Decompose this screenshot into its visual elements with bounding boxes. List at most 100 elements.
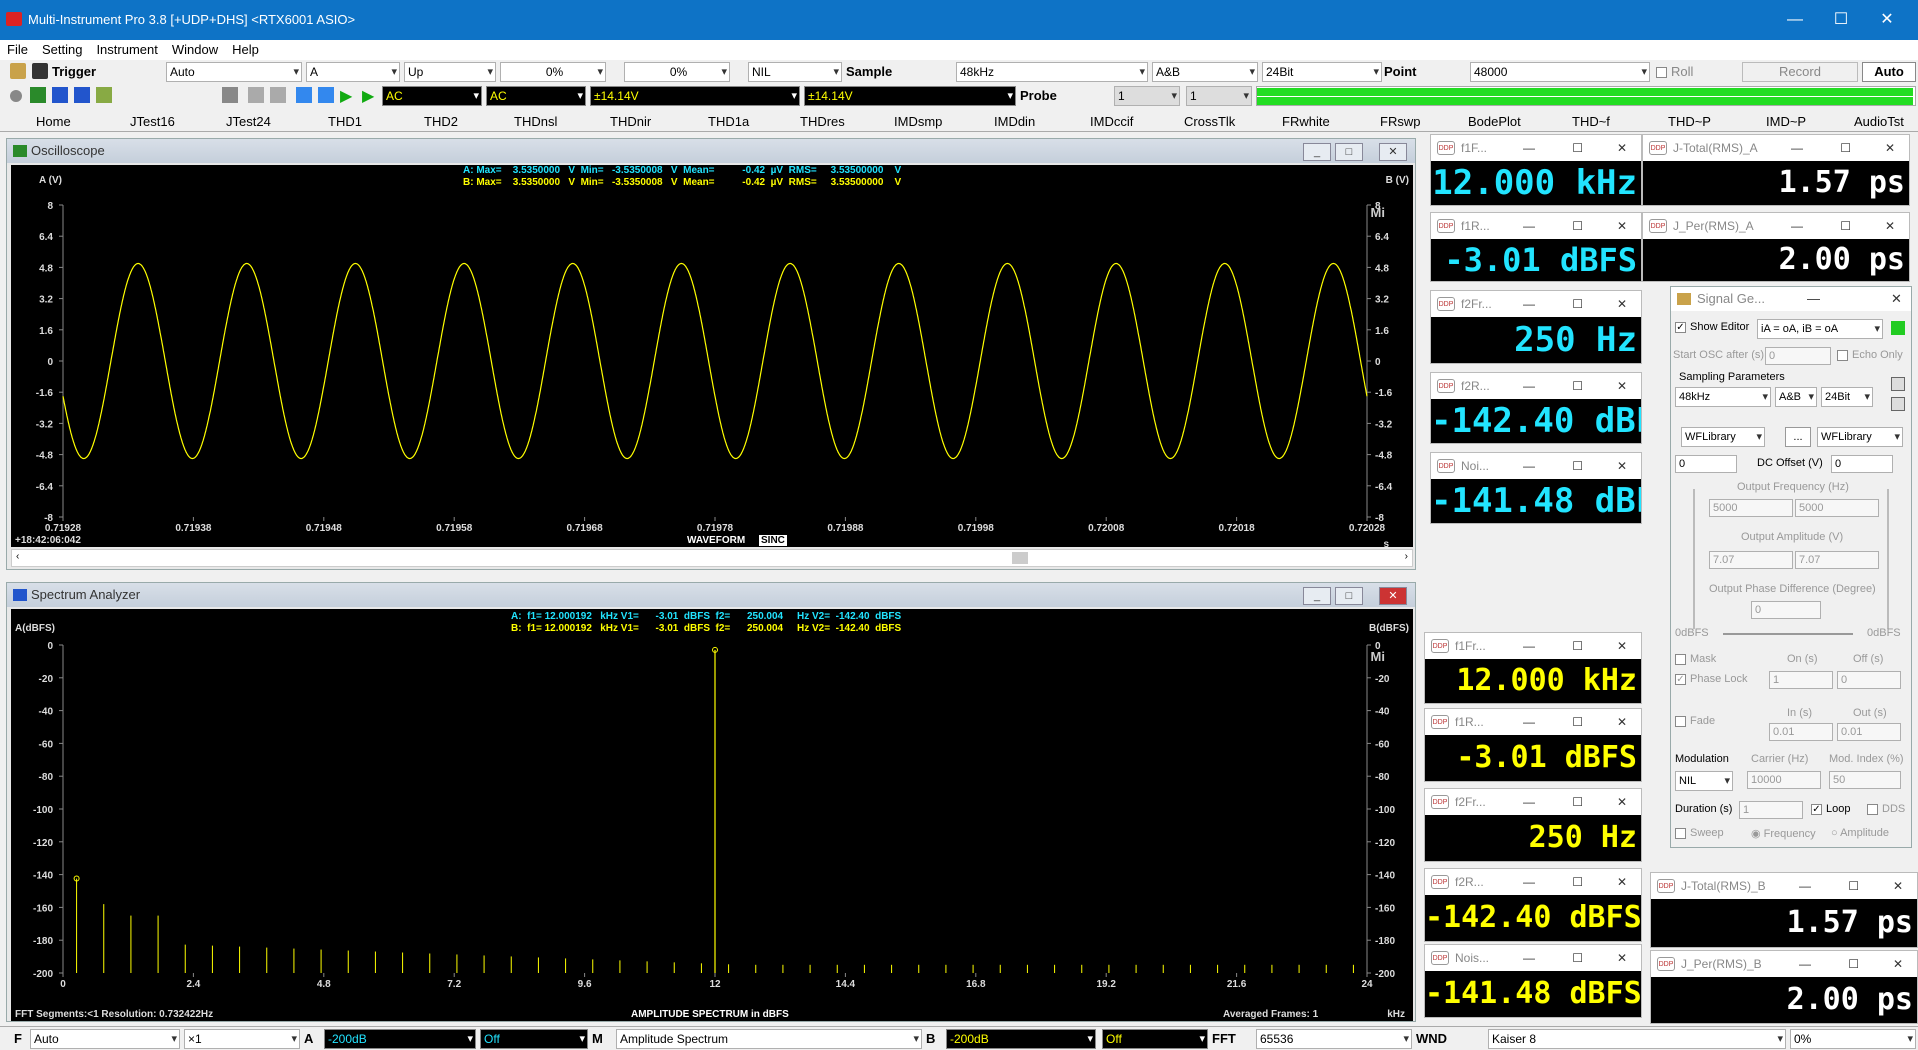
coupling-a-select[interactable]: AC (382, 86, 482, 106)
fade-out-input[interactable]: 0.01 (1837, 723, 1901, 741)
data-panel[interactable]: DDP J-Total(RMS)_B — ☐ ✕ 1.57 ps (1650, 872, 1918, 948)
dp-close-icon[interactable]: ✕ (1617, 291, 1627, 317)
wflibrary-a-select[interactable]: WFLibrary (1681, 427, 1765, 447)
frequency-radio[interactable]: ◉ Frequency (1751, 827, 1816, 840)
dp-maximize-icon[interactable]: ☐ (1572, 709, 1583, 735)
dp-minimize-icon[interactable]: — (1523, 709, 1535, 735)
oscilloscope-titlebar[interactable]: Oscilloscope _ □ ✕ (7, 139, 1415, 163)
dp-close-icon[interactable]: ✕ (1617, 135, 1627, 161)
dp-maximize-icon[interactable]: ☐ (1840, 135, 1851, 161)
menu-file[interactable]: File (0, 40, 35, 60)
dp-maximize-icon[interactable]: ☐ (1572, 869, 1583, 895)
sg-minimize-button[interactable]: — (1807, 287, 1820, 311)
dp-maximize-icon[interactable]: ☐ (1572, 453, 1583, 479)
echo-only-checkbox[interactable]: Echo Only (1837, 349, 1903, 361)
data-panel[interactable]: DDP f2R... — ☐ ✕-142.40 dBFS (1430, 372, 1642, 444)
trigger-level-input[interactable]: 0% (500, 62, 606, 82)
osc-maximize-button[interactable]: □ (1335, 143, 1363, 161)
cursor-b-icon[interactable] (270, 87, 286, 103)
record-dot-icon[interactable] (10, 90, 22, 102)
mask-on-input[interactable]: 1 (1769, 671, 1833, 689)
osc-close-button[interactable]: ✕ (1379, 143, 1407, 161)
dp-minimize-icon[interactable]: — (1523, 213, 1535, 239)
dp-maximize-icon[interactable]: ☐ (1572, 135, 1583, 161)
fade-checkbox[interactable]: Fade (1675, 715, 1715, 727)
data-panel[interactable]: DDP Nois... — ☐ ✕ -141.48 dBFS (1424, 944, 1642, 1018)
tab-frswp[interactable]: FRswp (1380, 114, 1420, 129)
tab-thd1a[interactable]: THD1a (708, 114, 749, 129)
dp-minimize-icon[interactable]: — (1523, 869, 1535, 895)
dds-checkbox[interactable]: DDS (1867, 803, 1905, 815)
dp-close-icon[interactable]: ✕ (1617, 945, 1627, 971)
data-panel-header[interactable]: DDP Noi... — ☐ ✕ (1431, 453, 1641, 479)
dp-minimize-icon[interactable]: — (1523, 291, 1535, 317)
spectrum-plot[interactable]: 0 0 -20 -20 -40 -40 -60 -60 -80 -80 -100 -100 -120 -1… (11, 609, 1413, 1021)
channels-select[interactable]: A&B (1152, 62, 1258, 82)
tab-thdnsl[interactable]: THDnsl (514, 114, 557, 129)
show-editor-checkbox[interactable]: ✓ Show Editor (1675, 321, 1749, 333)
m-select[interactable]: Amplitude Spectrum (616, 1029, 922, 1049)
spectrum-icon[interactable] (52, 87, 68, 103)
mask-off-input[interactable]: 0 (1837, 671, 1901, 689)
tab-bodeplot[interactable]: BodePlot (1468, 114, 1521, 129)
mod-index-input[interactable]: 50 (1829, 771, 1901, 789)
balance-slider[interactable] (1723, 633, 1853, 635)
dds-icon[interactable] (96, 87, 112, 103)
dp-minimize-icon[interactable]: — (1523, 373, 1535, 399)
tab-jtest24[interactable]: JTest24 (226, 114, 271, 129)
b-off-select[interactable]: Off (1102, 1029, 1208, 1049)
loop-checkbox[interactable]: ✓ Loop (1811, 803, 1850, 815)
lock-icon[interactable] (222, 87, 238, 103)
data-panel[interactable]: DDP J-Total(RMS)_A — ☐ ✕ 1.57 ps (1642, 134, 1910, 206)
data-panel[interactable]: DDP f2R... — ☐ ✕-142.40 dBFS (1424, 868, 1642, 942)
scope-icon[interactable] (30, 87, 46, 103)
cursor-a-icon[interactable] (248, 87, 264, 103)
dp-minimize-icon[interactable]: — (1523, 789, 1535, 815)
a-range-select[interactable]: -200dB (324, 1029, 476, 1049)
sweep-checkbox[interactable]: Sweep (1675, 827, 1724, 839)
start-osc-input[interactable]: 0 (1765, 347, 1831, 365)
wflibrary-b-select[interactable]: WFLibrary (1817, 427, 1903, 447)
data-panel[interactable]: DDP f2Fr... — ☐ ✕ 250 Hz (1430, 290, 1642, 364)
dp-maximize-icon[interactable]: ☐ (1848, 951, 1859, 977)
carrier-input[interactable]: 10000 (1747, 771, 1821, 789)
sg-bits-select[interactable]: 24Bit (1821, 387, 1873, 407)
nil-select[interactable]: NIL (748, 62, 842, 82)
tab-thd1[interactable]: THD1 (328, 114, 362, 129)
data-panel-header[interactable]: DDP f2Fr... — ☐ ✕ (1425, 789, 1641, 815)
fft-select[interactable]: 65536 (1256, 1029, 1412, 1049)
modulation-select[interactable]: NIL (1675, 771, 1733, 791)
dp-minimize-icon[interactable]: — (1523, 135, 1535, 161)
dp-minimize-icon[interactable]: — (1523, 945, 1535, 971)
sg-ch-select[interactable]: A&B (1775, 387, 1817, 407)
dp-maximize-icon[interactable]: ☐ (1572, 789, 1583, 815)
tab-thdnir[interactable]: THDnir (610, 114, 651, 129)
dp-close-icon[interactable]: ✕ (1617, 633, 1627, 659)
amp-b-input[interactable]: 7.07 (1795, 551, 1879, 569)
output-icon[interactable] (74, 87, 90, 103)
dp-maximize-icon[interactable]: ☐ (1840, 213, 1851, 239)
menu-setting[interactable]: Setting (35, 40, 89, 60)
data-panel-header[interactable]: DDP J-Total(RMS)_A — ☐ ✕ (1643, 135, 1909, 161)
dc-offset-a-input[interactable]: 0 (1675, 455, 1737, 473)
osc-sinc-badge[interactable]: SINC (759, 535, 787, 546)
save-icon[interactable] (32, 63, 48, 79)
tab-home[interactable]: Home (36, 114, 71, 129)
dp-close-icon[interactable]: ✕ (1617, 453, 1627, 479)
sg-save-icon[interactable] (1891, 377, 1905, 391)
data-panel[interactable]: DDP J_Per(RMS)_B — ☐ ✕ 2.00 ps (1650, 950, 1918, 1024)
dp-maximize-icon[interactable]: ☐ (1572, 373, 1583, 399)
data-panel-header[interactable]: DDP f1R... — ☐ ✕ (1431, 213, 1641, 239)
data-panel[interactable]: DDP f1F... — ☐ ✕ 12.000 kHz (1430, 134, 1642, 206)
data-panel[interactable]: DDP f1R... — ☐ ✕ -3.01 dBFS (1424, 708, 1642, 782)
data-panel[interactable]: DDP Noi... — ☐ ✕-141.48 dBFS (1430, 452, 1642, 524)
data-panel-header[interactable]: DDP Nois... — ☐ ✕ (1425, 945, 1641, 971)
tab-imd-p[interactable]: IMD~P (1766, 114, 1806, 129)
osc-minimize-button[interactable]: _ (1303, 143, 1331, 161)
data-panel-header[interactable]: DDP f1R... — ☐ ✕ (1425, 709, 1641, 735)
dp-minimize-icon[interactable]: — (1791, 213, 1803, 239)
tab-thd-f[interactable]: THD~f (1572, 114, 1610, 129)
maximize-button[interactable]: ☐ (1818, 8, 1864, 32)
dp-maximize-icon[interactable]: ☐ (1572, 213, 1583, 239)
dp-close-icon[interactable]: ✕ (1885, 213, 1895, 239)
